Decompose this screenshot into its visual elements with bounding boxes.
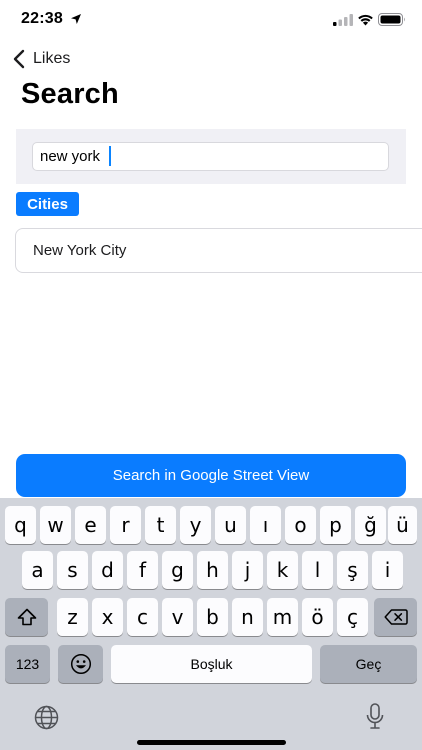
microphone-icon[interactable] <box>365 703 385 730</box>
key-w[interactable]: w <box>40 506 71 544</box>
key-p[interactable]: p <box>320 506 351 544</box>
search-street-view-button[interactable]: Search in Google Street View <box>16 454 406 497</box>
key-r[interactable]: r <box>110 506 141 544</box>
back-button-label: Likes <box>33 50 71 67</box>
key-q[interactable]: q <box>5 506 36 544</box>
key-o-umlaut[interactable]: ö <box>302 598 333 636</box>
globe-icon[interactable] <box>34 705 59 730</box>
key-c-cedilla[interactable]: ç <box>337 598 368 636</box>
emoji-key[interactable] <box>58 645 103 683</box>
key-dotless-i[interactable]: ı <box>250 506 281 544</box>
delete-key[interactable] <box>374 598 417 636</box>
key-s[interactable]: s <box>57 551 88 589</box>
key-x[interactable]: x <box>92 598 123 636</box>
wifi-icon <box>358 14 373 26</box>
key-b[interactable]: b <box>197 598 228 636</box>
key-v[interactable]: v <box>162 598 193 636</box>
key-k[interactable]: k <box>267 551 298 589</box>
key-y[interactable]: y <box>180 506 211 544</box>
result-item[interactable]: New York City <box>15 228 422 273</box>
key-o[interactable]: o <box>285 506 316 544</box>
key-c[interactable]: c <box>127 598 158 636</box>
search-panel <box>16 129 406 184</box>
key-u-umlaut[interactable]: ü <box>388 506 417 544</box>
search-input[interactable] <box>32 142 389 171</box>
text-cursor <box>109 146 111 166</box>
key-f[interactable]: f <box>127 551 158 589</box>
key-t[interactable]: t <box>145 506 176 544</box>
page-title: Search <box>21 78 119 110</box>
key-j[interactable]: j <box>232 551 263 589</box>
key-n[interactable]: n <box>232 598 263 636</box>
chevron-left-icon <box>13 49 25 69</box>
space-key[interactable]: Boşluk <box>111 645 312 683</box>
result-item-label: New York City <box>33 242 127 259</box>
key-z[interactable]: z <box>57 598 88 636</box>
key-s-cedilla[interactable]: ş <box>337 551 368 589</box>
delete-icon <box>383 609 408 625</box>
key-g-breve[interactable]: ğ <box>355 506 386 544</box>
key-m[interactable]: m <box>267 598 298 636</box>
key-u[interactable]: u <box>215 506 246 544</box>
status-bar: 22:38 <box>0 0 422 44</box>
cellular-signal-icon <box>333 14 353 26</box>
key-i[interactable]: i <box>372 551 403 589</box>
status-time: 22:38 <box>21 10 63 27</box>
key-d[interactable]: d <box>92 551 123 589</box>
back-button[interactable]: Likes <box>12 47 70 71</box>
emoji-icon <box>70 653 91 675</box>
key-l[interactable]: l <box>302 551 333 589</box>
location-arrow-icon <box>71 14 81 24</box>
shift-key[interactable] <box>5 598 48 636</box>
numbers-key[interactable]: 123 <box>5 645 50 683</box>
key-g[interactable]: g <box>162 551 193 589</box>
home-indicator[interactable] <box>137 740 286 745</box>
filter-chip-cities[interactable]: Cities <box>16 192 79 216</box>
key-h[interactable]: h <box>197 551 228 589</box>
key-a[interactable]: a <box>22 551 53 589</box>
return-key[interactable]: Geç <box>320 645 417 683</box>
key-e[interactable]: e <box>75 506 106 544</box>
search-screen: 22:38 Likes Search Cities <box>0 0 422 750</box>
shift-icon <box>17 608 36 626</box>
battery-icon <box>378 13 405 26</box>
keyboard: q w e r t y u ı o p ğ ü a s d f g h j k … <box>0 498 422 750</box>
